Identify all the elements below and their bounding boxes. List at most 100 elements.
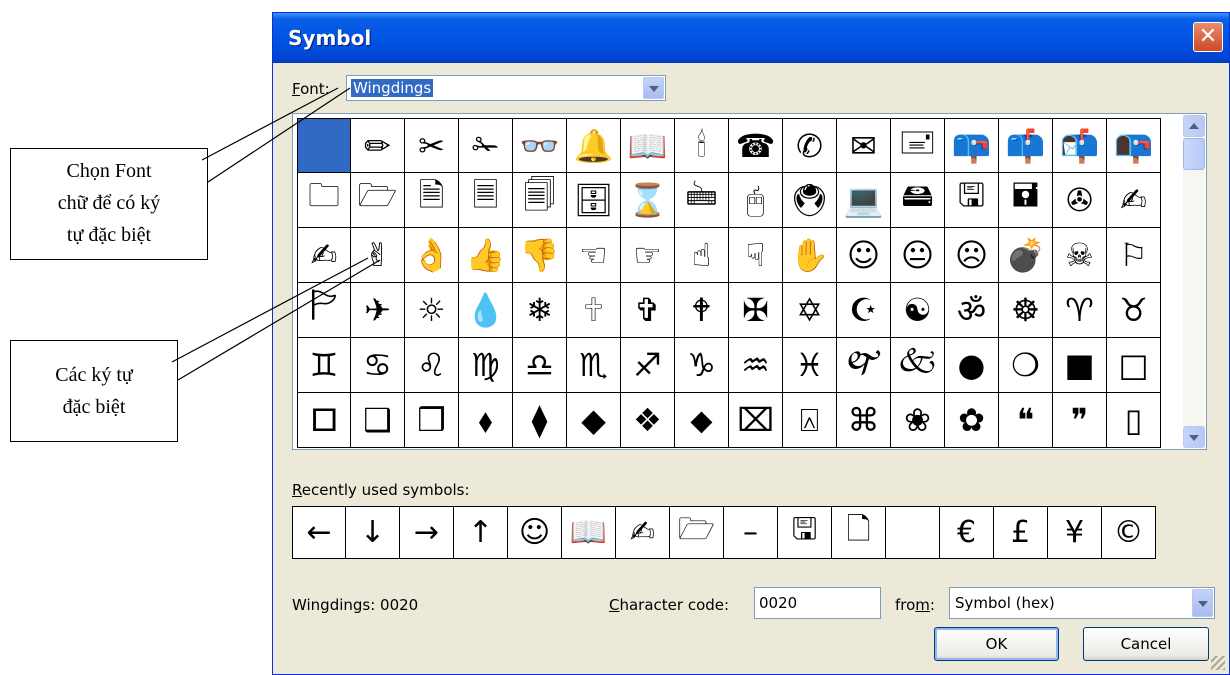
- scroll-down-button[interactable]: [1183, 426, 1205, 448]
- symbol-cell[interactable]: ❍: [999, 338, 1053, 393]
- recent-symbol-cell[interactable]: ☺: [508, 506, 562, 559]
- symbol-cell[interactable]: 👌: [405, 228, 459, 283]
- symbol-cell[interactable]: ॐ: [945, 283, 999, 338]
- symbol-cell[interactable]: ✿: [945, 393, 999, 448]
- symbol-cell[interactable]: 🗁: [351, 173, 405, 228]
- symbol-cell[interactable]: ☝: [675, 228, 729, 283]
- symbol-cell[interactable]: ❝: [999, 393, 1053, 448]
- recent-symbol-cell[interactable]: →: [400, 506, 454, 559]
- symbol-cell[interactable]: ♍: [459, 338, 513, 393]
- symbol-cell[interactable]: 🙰: [837, 338, 891, 393]
- symbol-cell[interactable]: □: [1107, 338, 1161, 393]
- recent-symbol-cell[interactable]: 🖫: [778, 506, 832, 559]
- symbol-cell[interactable]: 👎: [513, 228, 567, 283]
- symbol-cell[interactable]: ✏: [351, 118, 405, 173]
- symbol-cell[interactable]: 📖: [621, 118, 675, 173]
- symbol-cell[interactable]: ☞: [621, 228, 675, 283]
- symbol-cell[interactable]: ✞: [621, 283, 675, 338]
- symbol-cell[interactable]: ✠: [729, 283, 783, 338]
- symbol-cell[interactable]: ♌: [405, 338, 459, 393]
- symbol-cell[interactable]: 🗐: [513, 173, 567, 228]
- symbol-cell[interactable]: 🖫: [945, 173, 999, 228]
- symbol-cell[interactable]: 🗄: [567, 173, 621, 228]
- symbol-cell[interactable]: ⬧: [459, 393, 513, 448]
- symbol-cell[interactable]: ☹: [945, 228, 999, 283]
- symbol-cell[interactable]: 👓: [513, 118, 567, 173]
- symbol-cell[interactable]: ☎: [729, 118, 783, 173]
- symbol-cell[interactable]: 📬: [1053, 118, 1107, 173]
- recent-symbol-cell[interactable]: ✍: [616, 506, 670, 559]
- symbol-cell[interactable]: [297, 118, 351, 173]
- recent-symbol-cell[interactable]: ¥: [1048, 506, 1102, 559]
- symbol-cell[interactable]: ♊: [297, 338, 351, 393]
- symbol-cell[interactable]: 🕈: [675, 283, 729, 338]
- symbol-cell[interactable]: ❄: [513, 283, 567, 338]
- symbol-cell[interactable]: ♐: [621, 338, 675, 393]
- symbol-cell[interactable]: ⌘: [837, 393, 891, 448]
- recent-symbol-cell[interactable]: 🗁: [670, 506, 724, 559]
- symbol-cell[interactable]: ✍: [297, 228, 351, 283]
- symbol-cell[interactable]: ☜: [567, 228, 621, 283]
- symbol-cell[interactable]: 🕆: [567, 283, 621, 338]
- scroll-up-button[interactable]: [1183, 115, 1205, 137]
- recent-symbol-cell[interactable]: ↓: [346, 506, 400, 559]
- symbol-cell[interactable]: 🏱: [297, 283, 351, 338]
- recent-symbol-cell[interactable]: ©: [1102, 506, 1156, 559]
- symbol-cell[interactable]: 🞐: [297, 393, 351, 448]
- ok-button[interactable]: OK: [934, 627, 1059, 661]
- symbol-cell[interactable]: ●: [945, 338, 999, 393]
- character-code-input[interactable]: 0020: [754, 587, 881, 619]
- symbol-cell[interactable]: ☺: [837, 228, 891, 283]
- font-select-value[interactable]: Wingdings: [351, 79, 434, 97]
- from-dropdown-button[interactable]: [1192, 589, 1213, 617]
- symbol-cell[interactable]: ❖: [621, 393, 675, 448]
- symbol-cell[interactable]: ♑: [675, 338, 729, 393]
- symbol-cell[interactable]: 🗀: [297, 173, 351, 228]
- symbol-cell[interactable]: 👍: [459, 228, 513, 283]
- symbol-cell[interactable]: ✍: [1107, 173, 1161, 228]
- from-select[interactable]: Symbol (hex): [949, 587, 1215, 619]
- symbol-cell[interactable]: ♓: [783, 338, 837, 393]
- symbol-cell[interactable]: ▯: [1107, 393, 1161, 448]
- symbol-cell[interactable]: ✉: [837, 118, 891, 173]
- symbol-cell[interactable]: 💣: [999, 228, 1053, 283]
- symbol-cell[interactable]: ☠: [1053, 228, 1107, 283]
- symbol-cell[interactable]: ⍓: [783, 393, 837, 448]
- from-select-value[interactable]: Symbol (hex): [955, 594, 1055, 612]
- symbol-cell[interactable]: 🗎: [405, 173, 459, 228]
- symbol-cell[interactable]: ✇: [1053, 173, 1107, 228]
- recent-symbol-cell[interactable]: €: [940, 506, 994, 559]
- font-select[interactable]: Wingdings: [346, 75, 666, 101]
- symbol-cell[interactable]: ☪: [837, 283, 891, 338]
- symbol-cell[interactable]: 🖃: [891, 118, 945, 173]
- resize-grip-icon[interactable]: [1211, 656, 1225, 670]
- symbol-cell[interactable]: ■: [1053, 338, 1107, 393]
- recent-symbol-cell[interactable]: ←: [292, 506, 346, 559]
- symbol-cell[interactable]: ⌧: [729, 393, 783, 448]
- symbol-cell[interactable]: 🖲: [783, 173, 837, 228]
- symbol-cell[interactable]: ⧫: [513, 393, 567, 448]
- symbol-cell[interactable]: 🗏: [459, 173, 513, 228]
- symbol-cell[interactable]: ☟: [729, 228, 783, 283]
- symbol-cell[interactable]: ♈: [1053, 283, 1107, 338]
- symbol-cell[interactable]: 💧: [459, 283, 513, 338]
- cancel-button[interactable]: Cancel: [1083, 627, 1209, 661]
- symbol-cell[interactable]: ♉: [1107, 283, 1161, 338]
- symbol-cell[interactable]: 🖬: [999, 173, 1053, 228]
- recent-symbol-cell[interactable]: 📖: [562, 506, 616, 559]
- symbol-cell[interactable]: 📫: [999, 118, 1053, 173]
- close-button[interactable]: ✕: [1193, 22, 1223, 52]
- recent-symbol-cell[interactable]: [886, 506, 940, 559]
- symbol-cell[interactable]: ✌: [351, 228, 405, 283]
- recent-symbol-cell[interactable]: –: [724, 506, 778, 559]
- symbol-cell[interactable]: ♒: [729, 338, 783, 393]
- symbol-cell[interactable]: ❞: [1053, 393, 1107, 448]
- symbol-cell[interactable]: ⚐: [1107, 228, 1161, 283]
- symbol-cell[interactable]: ♎: [513, 338, 567, 393]
- symbol-cell[interactable]: ♏: [567, 338, 621, 393]
- symbol-cell[interactable]: ◆: [567, 393, 621, 448]
- font-dropdown-button[interactable]: [643, 77, 664, 99]
- symbol-cell[interactable]: ☼: [405, 283, 459, 338]
- symbol-cell[interactable]: ☯: [891, 283, 945, 338]
- symbol-cell[interactable]: ✁: [459, 118, 513, 173]
